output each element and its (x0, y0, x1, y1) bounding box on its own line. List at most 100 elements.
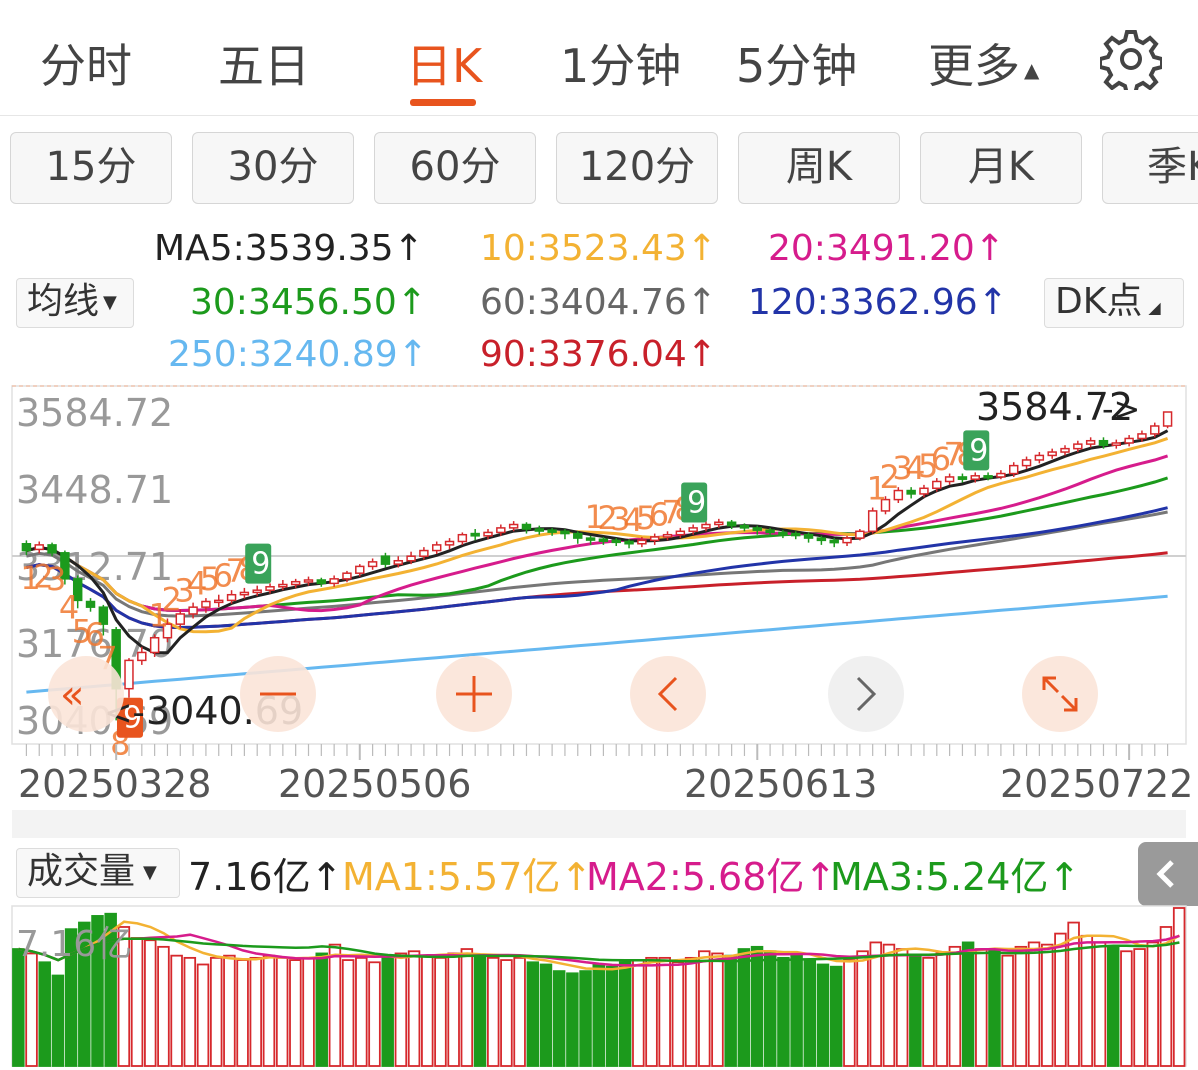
tab-1-minute[interactable]: 1分钟 (560, 30, 681, 96)
dropdown-caret-icon: ▼ (103, 292, 117, 313)
double-chevron-left-icon: « (60, 672, 84, 718)
volume-bar-up (935, 952, 948, 1067)
ma250-value: 250:3240.89↑ (168, 334, 428, 375)
candle-body (739, 524, 750, 529)
volume-bar-up (394, 952, 408, 1067)
volume-bar-up (170, 954, 183, 1067)
volume-bar-up (1146, 941, 1160, 1067)
volume-bar-up (302, 956, 315, 1067)
step-left-button[interactable] (630, 656, 706, 732)
volume-bar-down (605, 965, 619, 1067)
candle-body (778, 531, 788, 536)
volume-bar-down (381, 954, 394, 1067)
volume-bar-down (777, 956, 790, 1067)
period-120min-button[interactable]: 120分 (556, 132, 718, 204)
td-nine-digit: 9 (969, 433, 988, 468)
volume-bar-up (1120, 950, 1133, 1067)
volume-bar-up (632, 959, 645, 1067)
volume-bar-up (421, 954, 434, 1067)
ma-type-dropdown[interactable]: 均线 ▼ (16, 278, 134, 328)
candle-body (496, 527, 506, 534)
candle-body (842, 537, 852, 544)
volume-bar-up (144, 939, 157, 1067)
tab-more[interactable]: 更多 ▲ (928, 30, 1039, 96)
volume-bar-down (961, 941, 975, 1067)
volume-bar-down (12, 948, 25, 1067)
ma120-value: 120:3362.96↑ (748, 282, 1008, 323)
volume-bar-up (698, 950, 711, 1067)
period-month-button[interactable]: 月K (920, 132, 1082, 204)
side-panel-toggle[interactable] (1138, 842, 1198, 906)
period-quarter-button[interactable]: 季K (1102, 132, 1198, 204)
volume-bar-up (711, 952, 724, 1067)
volume-bar-up (486, 956, 500, 1067)
period-week-button[interactable]: 周K (738, 132, 900, 204)
volume-bar-down (592, 963, 605, 1067)
volume-bar-up (25, 952, 38, 1067)
volume-bar-up (975, 948, 988, 1067)
volume-ma3: MA3:5.24亿↑ (830, 855, 1081, 899)
tab-5-minute[interactable]: 5分钟 (736, 30, 857, 96)
fullscreen-button[interactable] (1022, 656, 1098, 732)
candle-body (611, 539, 621, 544)
tab-intraday[interactable]: 分时 (40, 30, 132, 96)
volume-bar-up (1054, 932, 1067, 1067)
gear-icon[interactable] (1100, 28, 1162, 90)
candle-body (1034, 454, 1045, 461)
volume-bar-down (803, 959, 817, 1067)
period-30min-button[interactable]: 30分 (192, 132, 354, 204)
volume-bar-down (473, 954, 487, 1067)
zoom-in-button[interactable] (436, 656, 512, 732)
candle-body (573, 532, 583, 539)
dk-point-label: DK点 (1055, 281, 1143, 322)
volume-bar-up (1014, 945, 1028, 1067)
date-axis-band (12, 810, 1186, 838)
volume-bar-up (1133, 948, 1146, 1067)
volume-indicator-dropdown[interactable]: 成交量 ▼ (16, 848, 180, 898)
candle-body (1124, 437, 1134, 444)
candle-body (406, 555, 416, 562)
tab-daily-k[interactable]: 日K (406, 30, 482, 96)
candle-body (290, 580, 301, 586)
volume-bar-up (843, 959, 856, 1067)
ma20-value: 20:3491.20↑ (768, 228, 1005, 269)
volume-bar-down (526, 961, 540, 1067)
candle-body (919, 487, 929, 495)
volume-bar-up (671, 961, 685, 1067)
volume-chart[interactable]: 7.16亿 (0, 900, 1198, 1070)
x-label-start: 20250328 (18, 762, 212, 806)
volume-bar-up (658, 956, 671, 1067)
volume-bar-up (236, 959, 249, 1067)
volume-bar-up (289, 959, 302, 1067)
volume-bar-up (1001, 954, 1014, 1067)
volume-bar-down (829, 965, 843, 1067)
period-15min-button[interactable]: 15分 (10, 132, 172, 204)
candle-body (675, 530, 686, 536)
volume-bar-up (1040, 943, 1054, 1067)
scroll-left-button[interactable]: « (48, 656, 124, 732)
candle-up (855, 529, 865, 541)
volume-bar-up (447, 952, 460, 1067)
y-tick-label: 3584.72 (16, 391, 173, 435)
x-label-end: 20250722 (1000, 762, 1194, 806)
volume-bar-up (368, 961, 381, 1067)
tab-more-label: 更多 (928, 39, 1020, 93)
volume-bar-up (183, 956, 197, 1067)
volume-bar-up (249, 956, 263, 1067)
candle-body (970, 475, 980, 480)
candle-body (470, 532, 480, 537)
volume-bar-down (38, 961, 51, 1067)
candle-body (521, 523, 532, 530)
tab-five-day[interactable]: 五日 (218, 30, 310, 96)
volume-bar-up (1172, 907, 1186, 1067)
candle-body (1150, 425, 1160, 435)
zoom-out-button[interactable] (240, 656, 316, 732)
candle-body (380, 555, 391, 565)
period-60min-button[interactable]: 60分 (374, 132, 536, 204)
step-right-button[interactable] (828, 656, 904, 732)
volume-bar-up (262, 954, 276, 1067)
kline-chart[interactable]: 3584.723448.713312.713176.703040.69 1234… (0, 380, 1198, 760)
candle-body (855, 530, 865, 539)
dk-point-button[interactable]: DK点 ◢ (1044, 278, 1184, 328)
candle-body (765, 529, 775, 534)
